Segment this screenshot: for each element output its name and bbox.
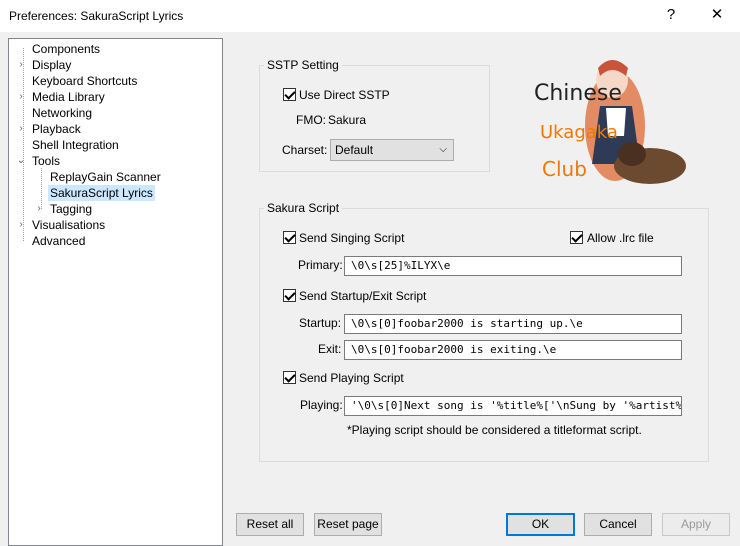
cancel-button[interactable]: Cancel bbox=[584, 513, 652, 536]
help-button[interactable]: ? bbox=[648, 0, 694, 30]
tree-item-label: Tagging bbox=[50, 202, 93, 216]
window-title: Preferences: SakuraScript Lyrics bbox=[9, 9, 184, 23]
title-bar: Preferences: SakuraScript Lyrics ? ✕ bbox=[0, 0, 740, 32]
primary-label: Primary: bbox=[298, 258, 343, 272]
tree-item-label: SakuraScript Lyrics bbox=[48, 185, 155, 201]
charset-value: Default bbox=[335, 143, 374, 157]
tree-item-label: Tools bbox=[32, 154, 61, 168]
tree-item-label: Advanced bbox=[32, 234, 86, 248]
send-playing-label: Send Playing Script bbox=[299, 371, 404, 385]
logo-text-ukagaka: Ukagaka bbox=[540, 122, 618, 143]
playing-note: *Playing script should be considered a t… bbox=[347, 423, 642, 437]
startup-label: Startup: bbox=[299, 316, 342, 330]
tree-item-label: Components bbox=[32, 42, 101, 56]
send-playing-checkbox[interactable] bbox=[283, 371, 296, 384]
fmo-label: FMO: bbox=[296, 113, 326, 127]
ukagaka-logo: Chinese Ukagaka Club bbox=[520, 46, 700, 196]
close-button[interactable]: ✕ bbox=[694, 0, 740, 30]
tree-item-label: Playback bbox=[32, 122, 81, 136]
chevron-down-icon: ⌵ bbox=[439, 144, 447, 155]
send-singing-checkbox[interactable] bbox=[283, 231, 296, 244]
exit-label: Exit: bbox=[318, 342, 342, 356]
logo-text-club: Club bbox=[542, 157, 587, 181]
tree-item-label: Shell Integration bbox=[32, 138, 119, 152]
exit-input[interactable]: \0\s[0]foobar2000 is exiting.\e bbox=[344, 340, 682, 360]
preferences-tree[interactable]: Components › Display Keyboard Shortcuts › Med… bbox=[8, 38, 223, 546]
primary-input[interactable]: \0\s[25]%ILYX\e bbox=[344, 256, 682, 276]
send-singing-label: Send Singing Script bbox=[299, 231, 405, 245]
allow-lrc-label: Allow .lrc file bbox=[587, 231, 654, 245]
tree-item-label: Keyboard Shortcuts bbox=[32, 74, 138, 88]
playing-input[interactable]: '\0\s[0]Next song is '%title%['\nSung by… bbox=[344, 396, 682, 416]
use-direct-sstp-checkbox[interactable] bbox=[283, 88, 296, 101]
charset-label: Charset: bbox=[282, 143, 328, 157]
chevron-right-icon[interactable]: › bbox=[16, 217, 26, 233]
startup-input[interactable]: \0\s[0]foobar2000 is starting up.\e bbox=[344, 314, 682, 334]
allow-lrc-checkbox[interactable] bbox=[570, 231, 583, 244]
chevron-right-icon[interactable]: › bbox=[16, 89, 26, 105]
fmo-value: Sakura bbox=[328, 113, 367, 127]
tree-item-label: Media Library bbox=[32, 90, 105, 104]
logo-text-chinese: Chinese bbox=[534, 81, 622, 106]
chevron-right-icon[interactable]: › bbox=[16, 57, 26, 73]
reset-page-button[interactable]: Reset page bbox=[314, 513, 382, 536]
apply-button[interactable]: Apply bbox=[662, 513, 730, 536]
ok-button[interactable]: OK bbox=[506, 513, 575, 536]
chevron-right-icon[interactable]: › bbox=[34, 201, 44, 217]
chevron-down-icon[interactable]: ⌄ bbox=[16, 153, 26, 169]
tree-item-label: Display bbox=[32, 58, 72, 72]
chevron-right-icon[interactable]: › bbox=[16, 121, 26, 137]
use-direct-sstp-label: Use Direct SSTP bbox=[299, 88, 390, 102]
tree-item-label: Visualisations bbox=[32, 218, 106, 232]
playing-label: Playing: bbox=[300, 398, 343, 412]
sstp-group-label: SSTP Setting bbox=[264, 58, 342, 72]
charset-select[interactable]: Default ⌵ bbox=[330, 139, 454, 161]
tree-item-label: Networking bbox=[32, 106, 93, 120]
send-startup-label: Send Startup/Exit Script bbox=[299, 289, 427, 303]
tree-item-label: ReplayGain Scanner bbox=[50, 170, 161, 184]
sakura-script-group-label: Sakura Script bbox=[264, 201, 343, 215]
send-startup-checkbox[interactable] bbox=[283, 289, 296, 302]
reset-all-button[interactable]: Reset all bbox=[236, 513, 304, 536]
